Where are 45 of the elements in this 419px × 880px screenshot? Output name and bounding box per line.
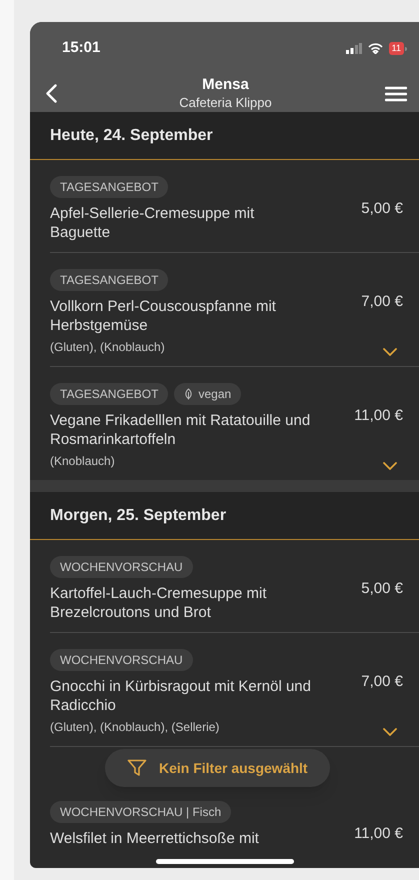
status-time: 15:01 [62,38,100,58]
category-tag: vegan [174,383,242,405]
menu-item[interactable]: TAGESANGEBOT vegan Vegane Frikadelllen mit Ratatouille und Rosmarinkartoffeln (Knoblauch) 11,00 € [50,367,419,480]
dish-price: 5,00 € [361,579,403,599]
section-header: Morgen, 25. September [50,506,226,526]
dish-name: Gnocchi in Kürbisragout mit Kernöl und Radicchio [50,677,312,715]
dish-price: 11,00 € [354,824,403,844]
section-header: Heute, 24. September [50,126,213,146]
allergen-list: (Gluten), (Knoblauch), (Sellerie) [50,718,315,736]
signal-icon [346,43,362,54]
nav-title: Mensa [202,76,249,95]
menu-button[interactable] [385,86,407,102]
dish-name: Welsfilet in Meerrettichsoße mit [50,829,260,848]
menu-item[interactable]: WOCHENVORSCHAU | Fisch Welsfilet in Meerrettichsoße mit 11,00 € [50,789,419,852]
chevron-down-icon[interactable] [383,462,397,470]
category-tag: TAGESANGEBOT [50,176,168,198]
dish-price: 5,00 € [361,199,403,219]
allergen-list: (Knoblauch) [50,452,315,470]
nav-subtitle: Cafeteria Klippo [179,94,272,111]
category-tag: TAGESANGEBOT [50,383,168,405]
category-tag: TAGESANGEBOT [50,269,168,291]
menu-item[interactable]: WOCHENVORSCHAU Gnocchi in Kürbisragout mit Kernöl und Radicchio (Gluten), (Knoblauch), (Sellerie) 7,00 € [50,633,419,747]
leaf-icon [184,388,194,400]
wifi-icon [368,43,383,54]
category-tag: WOCHENVORSCHAU | Fisch [50,801,232,823]
menu-item[interactable]: WOCHENVORSCHAU Kartoffel-Lauch-Cremesuppe mit Brezelcroutons und Brot 5,00 € [50,540,419,633]
dish-price: 7,00 € [361,672,403,692]
menu-item[interactable]: TAGESANGEBOT Vollkorn Perl-Couscouspfanne mit Herbstgemüse (Gluten), (Knoblauch) 7,00 € [50,253,419,367]
dish-price: 11,00 € [354,406,403,426]
dish-name: Kartoffel-Lauch-Cremesuppe mit Brezelcroutons und Brot [50,584,268,622]
dish-name: Vegane Frikadelllen mit Ratatouille und Rosmarinkartoffeln [50,411,312,449]
dish-name: Apfel-Sellerie-Cremesuppe mit Baguette [50,204,256,242]
chevron-down-icon[interactable] [383,348,397,356]
dish-price: 7,00 € [361,292,403,312]
category-tag: WOCHENVORSCHAU [50,556,193,578]
filter-icon [127,759,147,777]
battery-icon: 11 [388,42,407,55]
filter-button[interactable]: Kein Filter ausgewählt [105,749,330,787]
category-tag: WOCHENVORSCHAU [50,649,193,671]
menu-icon [385,86,407,102]
dish-name: Vollkorn Perl-Couscouspfanne mit Herbstgemüse [50,297,277,335]
back-icon [46,84,57,103]
allergen-list: (Gluten), (Knoblauch) [50,338,315,356]
menu-item[interactable]: TAGESANGEBOT Apfel-Sellerie-Cremesuppe mit Baguette 5,00 € [50,160,419,253]
chevron-down-icon[interactable] [383,728,397,736]
